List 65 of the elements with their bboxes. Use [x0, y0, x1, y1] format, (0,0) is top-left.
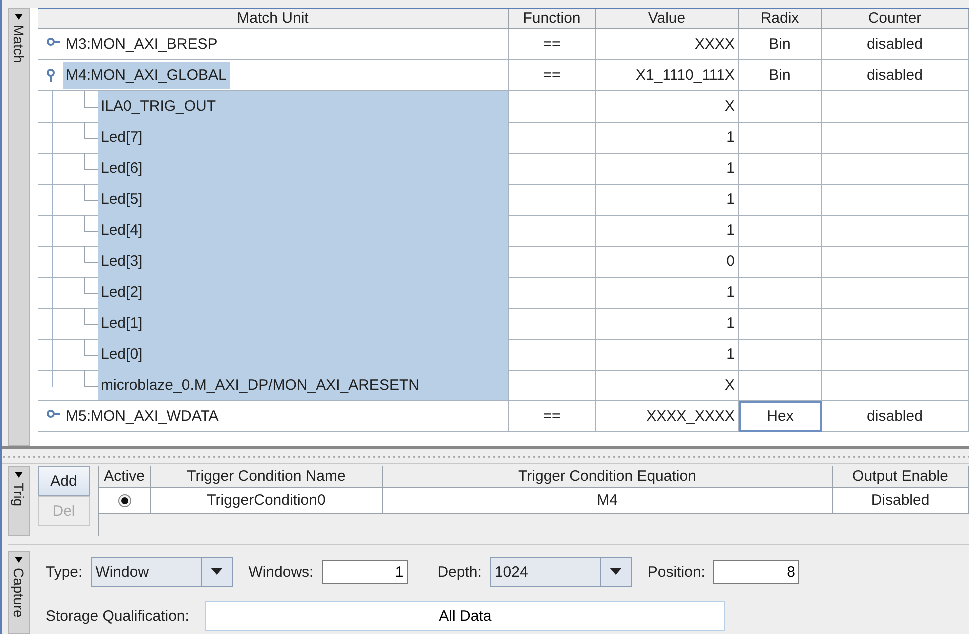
table-cell: X [596, 91, 739, 123]
table-cell: 0 [596, 246, 739, 278]
table-cell: 1 [596, 153, 739, 185]
caret-icon[interactable] [210, 568, 223, 576]
table-cell: 1 [596, 184, 739, 216]
table-cell: == [509, 60, 596, 91]
tree-node[interactable]: M3:MON_AXI_BRESP [63, 30, 221, 58]
table-cell: Bin [739, 29, 822, 60]
panel-title: Trig [11, 483, 27, 507]
tree-node[interactable]: Led[0] [98, 339, 508, 370]
tree-node[interactable]: microblaze_0.M_AXI_DP/MON_AXI_ARESETN [98, 370, 508, 400]
table-cell: 1 [596, 339, 739, 371]
table-cell: Disabled [833, 488, 969, 514]
table-cell: disabled [822, 29, 969, 60]
table-cell: Hex [739, 401, 822, 432]
field-label: Storage Qualification: [46, 608, 190, 624]
dropdown[interactable]: 1024 [490, 557, 632, 587]
panel-title: Match [11, 25, 27, 64]
table-cell: 1 [596, 215, 739, 247]
table-cell: X1_1110_111X [596, 60, 739, 91]
table-cell: 1 [596, 277, 739, 309]
tree-node[interactable]: Led[7] [98, 122, 508, 153]
table-cell: Bin [739, 60, 822, 91]
dropdown-value: Window [94, 562, 150, 582]
table-cell: == [509, 29, 596, 60]
column-header[interactable]: Function [509, 9, 596, 29]
table-cell: TriggerCondition0 [151, 488, 383, 514]
table-cell: disabled [822, 60, 969, 91]
table-cell: XXXX [596, 29, 739, 60]
input-field[interactable]: 1 [322, 560, 408, 584]
tree-node[interactable]: Led[2] [98, 277, 508, 308]
table-cell: 1 [596, 308, 739, 340]
add-button[interactable]: Add [38, 466, 90, 496]
tree-node[interactable]: Led[1] [98, 308, 508, 339]
dropdown-value: 1024 [494, 562, 530, 582]
column-header[interactable]: Counter [822, 9, 969, 29]
column-header[interactable]: Value [596, 9, 739, 29]
column-header[interactable]: Radix [739, 9, 822, 29]
tree-node[interactable]: Led[3] [98, 246, 508, 277]
table-cell: XXXX_XXXX [596, 401, 739, 432]
tree-node[interactable]: Led[5] [98, 184, 508, 215]
table-cell: X [596, 370, 739, 401]
dropdown[interactable]: Window [90, 557, 233, 587]
input-field[interactable]: All Data [205, 601, 726, 631]
column-header[interactable]: Match Unit [38, 9, 509, 29]
panel-tab[interactable]: Capture [8, 551, 30, 634]
field-label: Depth: [438, 564, 482, 580]
input-field[interactable]: 8 [713, 560, 800, 584]
tree-node[interactable]: M5:MON_AXI_WDATA [63, 402, 222, 430]
tree-node[interactable]: Led[4] [98, 215, 508, 246]
radio-button[interactable] [118, 494, 132, 508]
table-cell: 1 [596, 122, 739, 154]
field-label: Position: [648, 564, 706, 580]
panel-title: Capture [11, 568, 27, 618]
tree-node[interactable]: M4:MON_AXI_GLOBAL [63, 62, 230, 88]
panel-tab[interactable]: Match [8, 8, 30, 446]
table-cell: M4 [383, 488, 833, 514]
table-cell: disabled [822, 401, 969, 432]
table-cell: == [509, 401, 596, 432]
field-label: Windows: [248, 564, 314, 580]
caret-icon[interactable] [610, 568, 622, 576]
tree-node[interactable]: Led[6] [98, 153, 508, 184]
tree-node[interactable]: ILA0_TRIG_OUT [98, 91, 508, 122]
field-label: Type: [46, 564, 83, 580]
panel-tab[interactable]: Trig [8, 466, 30, 536]
